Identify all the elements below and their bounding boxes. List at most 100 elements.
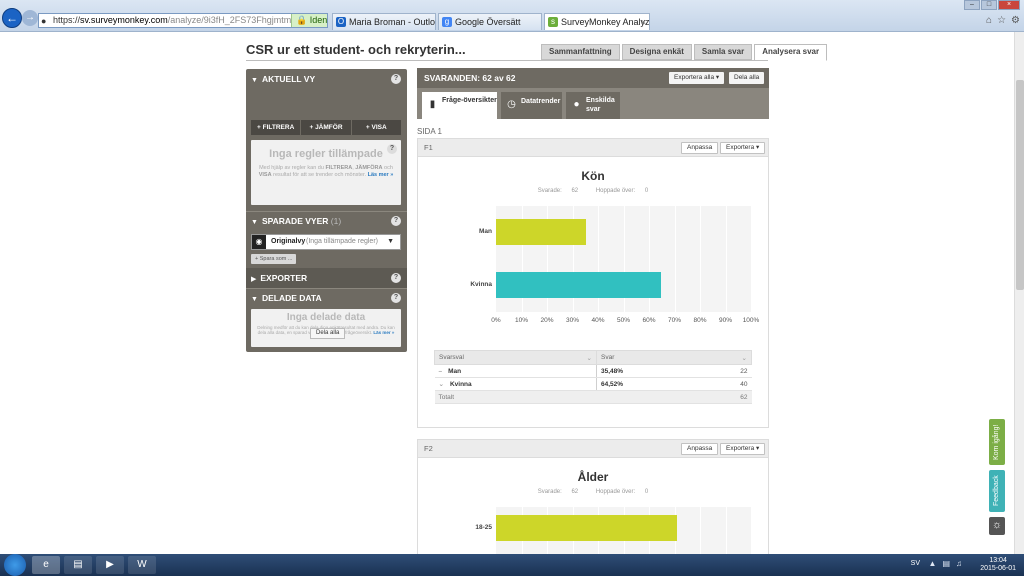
text-comma: , xyxy=(352,165,354,171)
saved-view-description: (Inga tillämpade regler) xyxy=(306,238,378,245)
column-header-label: Svarsval xyxy=(439,354,464,361)
clock[interactable]: 13:04 2015-06-01 xyxy=(980,557,1016,573)
volume-icon[interactable]: ♫ xyxy=(956,559,962,568)
sort-icon: ⌄ xyxy=(741,355,747,362)
tab-individual-responses[interactable]: ● Enskilda svar xyxy=(566,92,620,119)
customize-button[interactable]: Anpassa xyxy=(681,443,719,455)
tick-label: 40% xyxy=(591,317,605,324)
internet-explorer-icon[interactable]: e xyxy=(32,556,60,574)
eye-icon: ◉ xyxy=(252,235,266,249)
tab-analyze-results[interactable]: Analysera svar xyxy=(754,44,828,61)
favorites-star-icon[interactable]: ☆ xyxy=(997,15,1006,26)
browser-tab-outlook[interactable]: O Maria Broman - Outlook xyxy=(332,13,436,30)
saved-views-heading: SPARADE VYER xyxy=(261,216,329,226)
skipped-label: Hoppade över: xyxy=(595,188,636,194)
person-icon: ● xyxy=(573,99,580,110)
help-icon[interactable]: ? xyxy=(391,216,401,226)
no-rules-title: Inga regler tillämpade xyxy=(269,148,383,160)
maximize-icon[interactable]: □ xyxy=(981,0,997,10)
chevron-down-icon: ▾ xyxy=(756,445,760,452)
responders-bar: SVARANDEN: 62 av 62 Exportera alla ▾ Del… xyxy=(417,68,769,88)
share-all-data-button[interactable]: Dela alla xyxy=(310,328,346,339)
page-title: CSR ur ett student- och rekryterin... xyxy=(246,42,466,57)
browser-tab-surveymonkey[interactable]: s SurveyMonkey Analyze - CS... × xyxy=(544,13,650,30)
browser-tab-google-translate[interactable]: g Google Översätt xyxy=(438,13,542,30)
grid-line xyxy=(725,206,727,312)
forward-button[interactable]: → xyxy=(22,10,38,26)
feedback-widget[interactable]: Feedback xyxy=(989,470,1005,512)
percent-cell: 35,48% xyxy=(595,364,700,378)
expand-icon[interactable]: – xyxy=(439,368,443,375)
vertical-scrollbar[interactable] xyxy=(1014,32,1024,554)
bar-chart-icon: ▮ xyxy=(429,99,436,110)
certificate-badge[interactable]: 🔒 Identified by DigiCert xyxy=(291,14,327,27)
settings-gear-icon[interactable]: ⚙ xyxy=(1011,15,1020,26)
table-row: ⌄ Kvinna 64,52% 40 xyxy=(434,377,752,391)
view-tabs: ▮ Fråge-översikter ◷ Datatrender ● Enski… xyxy=(417,88,769,119)
bar-18-25[interactable] xyxy=(496,515,678,541)
help-icon[interactable]: ? xyxy=(387,144,397,154)
page-content: CSR ur ett student- och rekryterin... Sa… xyxy=(0,32,1014,554)
tab-collect-responses[interactable]: Samla svar xyxy=(693,44,753,60)
shared-data-header[interactable]: ▼ DELADE DATA ? xyxy=(246,288,407,308)
help-icon[interactable]: ? xyxy=(391,273,401,283)
tab-label: Datatrender xyxy=(521,98,561,105)
close-window-icon[interactable]: × xyxy=(998,0,1020,10)
export-button[interactable]: Exportera ▾ xyxy=(720,142,766,154)
start-button-icon[interactable] xyxy=(4,554,26,576)
question-number: F1 xyxy=(424,143,433,152)
address-bar[interactable]: ● https://sv.surveymonkey.com/analyze/9i… xyxy=(38,13,328,28)
bar-man[interactable] xyxy=(496,219,587,245)
bar-kvinna[interactable] xyxy=(496,272,661,298)
tick-label: 100% xyxy=(742,317,760,324)
current-view-header[interactable]: ▼ AKTUELL VY ? xyxy=(246,69,407,89)
media-player-icon[interactable]: ▶ xyxy=(96,556,124,574)
tab-summary[interactable]: Sammanfattning xyxy=(541,44,620,60)
read-more-link[interactable]: Läs mer » xyxy=(368,172,394,178)
total-count: 62 xyxy=(699,390,752,404)
file-explorer-icon[interactable]: ▤ xyxy=(64,556,92,574)
browser-tab-label: SurveyMonkey Analyze - CS... xyxy=(561,17,650,27)
show-button[interactable]: + VISA xyxy=(351,120,401,135)
question-header: F2 Anpassa Exportera ▾ xyxy=(418,440,768,458)
export-header[interactable]: ▶ EXPORTER ? xyxy=(246,268,407,288)
taskbar: e ▤ ▶ W SV ▲ ▤ ♫ 13:04 2015-06-01 xyxy=(0,554,1024,576)
filter-button[interactable]: + FILTRERA xyxy=(251,120,302,135)
share-all-button[interactable]: Dela alla xyxy=(729,72,765,84)
column-header-responses[interactable]: Svar ⌄ xyxy=(596,350,752,365)
word-icon[interactable]: W xyxy=(128,556,156,574)
expand-triangle-icon: ▶ xyxy=(251,276,257,283)
back-button[interactable]: ← xyxy=(2,8,22,28)
saved-view-select[interactable]: ◉ Originalvy (Inga tillämpade regler) ▼ xyxy=(251,234,401,250)
tab-question-summaries[interactable]: ▮ Fråge-översikter xyxy=(422,92,497,119)
google-icon: g xyxy=(442,17,452,27)
customize-button[interactable]: Anpassa xyxy=(681,142,719,154)
save-as-button[interactable]: + Spara som ... xyxy=(251,254,297,264)
collapse-triangle-icon: ▼ xyxy=(251,219,258,226)
bug-report-icon[interactable]: ☼ xyxy=(989,517,1005,535)
help-icon[interactable]: ? xyxy=(391,293,401,303)
language-indicator[interactable]: SV xyxy=(911,560,920,567)
close-tab-icon[interactable]: × xyxy=(641,14,646,30)
skipped-label: Hoppade över: xyxy=(595,489,636,495)
minimize-icon[interactable]: – xyxy=(964,0,980,10)
export-button[interactable]: Exportera ▾ xyxy=(720,443,766,455)
help-icon[interactable]: ? xyxy=(391,74,401,84)
home-icon[interactable]: ⌂ xyxy=(986,15,992,26)
expand-icon[interactable]: ⌄ xyxy=(439,381,444,388)
scrollbar-thumb[interactable] xyxy=(1016,80,1024,290)
saved-views-header[interactable]: ▼ SPARADE VYER (1) ? xyxy=(246,211,407,231)
get-started-widget[interactable]: Kom igång! xyxy=(989,419,1005,465)
tick-label: 90% xyxy=(718,317,732,324)
column-header-choice[interactable]: Svarsval ⌄ xyxy=(434,350,597,365)
network-icon[interactable]: ▤ xyxy=(942,559,950,568)
tab-design-survey[interactable]: Designa enkät xyxy=(621,44,692,60)
read-more-link[interactable]: Läs mer » xyxy=(373,330,394,335)
answered-value: 62 xyxy=(571,489,579,495)
compare-button[interactable]: + JÄMFÖR xyxy=(301,120,352,135)
tray-arrow-icon[interactable]: ▲ xyxy=(929,559,937,568)
tab-data-trends[interactable]: ◷ Datatrender xyxy=(501,92,562,119)
answered-stat: Svarade: 62 xyxy=(534,188,582,194)
text-show: VISA xyxy=(258,172,272,178)
export-all-button[interactable]: Exportera alla ▾ xyxy=(669,72,725,84)
